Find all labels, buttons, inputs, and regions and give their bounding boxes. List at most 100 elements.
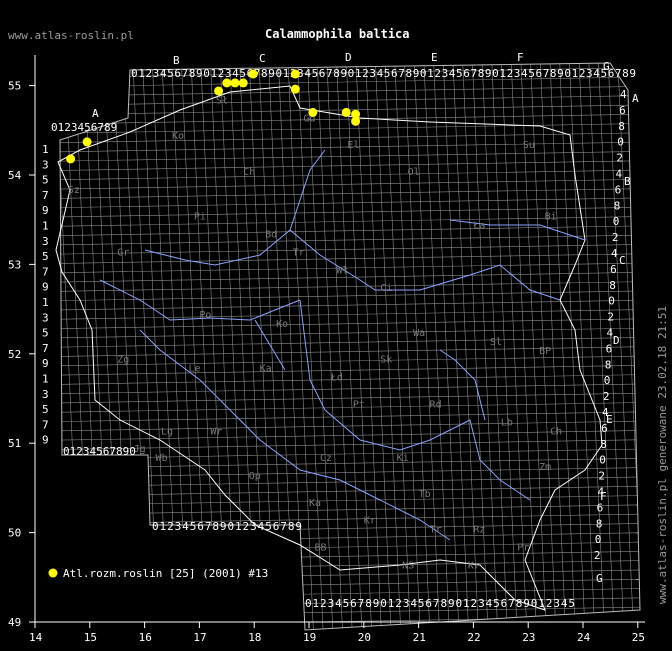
grid-line-h: [60, 197, 640, 209]
grid-line-v: [433, 63, 460, 630]
grid-digit-right: 4: [607, 327, 614, 340]
grid-line-v: [200, 63, 227, 630]
grid-digit-left: 3: [42, 311, 49, 324]
grid-line-v: [190, 63, 218, 630]
grid-line-h: [60, 299, 640, 311]
grid-line-h: [60, 95, 640, 106]
grid-digit-right: 2: [607, 311, 614, 324]
grid-digit-left: 3: [42, 388, 49, 401]
grid-line-h: [60, 392, 640, 404]
grid-labels: AB C D E FGABCDEFG01234567890123456789012345…: [42, 51, 639, 610]
occurrence-point: [238, 78, 248, 88]
grid-line-v: [112, 63, 140, 630]
grid-line-h: [60, 541, 640, 553]
x-tick-label: 14: [29, 631, 43, 644]
region-label: Rd: [430, 399, 442, 410]
region-label: Op: [249, 471, 261, 482]
x-tick-label: 15: [84, 631, 97, 644]
atlas-grid: [59, 62, 641, 631]
grid-digit-right: 2: [612, 231, 619, 244]
grid-line-v: [161, 63, 188, 630]
occurrence-point: [82, 137, 92, 147]
y-tick-label: 54: [8, 169, 22, 182]
grid-line-h: [60, 532, 640, 543]
region-label: Sz: [68, 185, 80, 196]
region-label: Su: [523, 140, 535, 151]
region-label: Ko: [172, 131, 184, 142]
grid-digit-right: 2: [594, 549, 601, 562]
grid-line-v: [103, 63, 130, 630]
grid-digit-right: 4: [602, 406, 609, 419]
grid-digits-bottom-c: 012345678901234567890123456789012345: [305, 597, 575, 610]
grid-line-v: [209, 63, 237, 630]
grid-line-v: [365, 63, 392, 630]
occurrence-point: [214, 86, 224, 96]
occurrence-point: [230, 78, 240, 88]
x-tick-label: 18: [248, 631, 261, 644]
x-tick-label: 17: [193, 631, 206, 644]
grid-digit-left: 9: [42, 357, 49, 370]
region-label: Sl: [490, 337, 502, 348]
grid-digit-right: 8: [609, 279, 616, 292]
grid-line-h: [60, 188, 640, 199]
grid-line-v: [180, 63, 208, 630]
occurrence-point: [308, 107, 318, 117]
region-label: Ka: [309, 498, 321, 509]
region-label: Wł: [336, 265, 348, 276]
grid-line-h: [60, 411, 640, 422]
y-tick-label: 52: [8, 348, 21, 361]
grid-digit-right: 8: [596, 517, 603, 530]
region-label: BP: [539, 346, 551, 357]
grid-letter-top: D: [345, 51, 352, 64]
grid-line-v: [277, 63, 305, 630]
generated-note: www.atlas-roslin.pl generowane 23.02.18 …: [656, 306, 669, 604]
region-label: Pi: [194, 212, 206, 223]
region-label: Zg: [117, 355, 129, 366]
x-tick-label: 23: [522, 631, 535, 644]
grid-digit-right: 0: [604, 374, 611, 387]
grid-line-h: [60, 402, 640, 413]
grid-line-h: [60, 616, 640, 627]
grid-digit-right: 0: [608, 295, 615, 308]
grid-line-h: [60, 337, 640, 348]
grid-line-h: [60, 178, 640, 190]
legend-marker: [48, 568, 58, 578]
region-label: El: [347, 140, 359, 151]
grid-digits-top-a: 0123456789: [51, 121, 117, 134]
grid-line-h: [60, 160, 640, 171]
region-label: Ko: [276, 319, 288, 330]
distribution-map: 14 15 16 17 18 19 20 21 22 23 24 2549505152535455 K…: [8, 27, 669, 644]
grid-line-v: [452, 63, 479, 630]
region-label: Wa: [413, 328, 425, 339]
occurrence-point: [290, 84, 300, 94]
region-label: Kr: [468, 560, 480, 571]
y-tick-label: 50: [8, 527, 21, 540]
grid-digit-right: 4: [616, 168, 623, 181]
grid-letter-right: C: [619, 254, 626, 267]
region-label: Le: [188, 364, 200, 375]
region-label: Tr: [430, 525, 442, 536]
grid-line-v: [394, 63, 421, 630]
grid-line-h: [60, 253, 640, 264]
region-label: Tr: [293, 247, 305, 258]
grid-letter-right: G: [596, 572, 603, 585]
grid-digit-right: 2: [616, 152, 623, 165]
grid-digits-bottom-a: 01234567890: [63, 445, 136, 458]
grid-digit-right: 0: [595, 533, 602, 546]
grid-letter-top: F: [517, 51, 524, 64]
region-label: Ka: [260, 364, 272, 375]
grid-line-h: [60, 374, 640, 385]
region-label: Tb: [419, 489, 431, 500]
grid-digit-right: 2: [603, 390, 610, 403]
grid-line-v: [93, 63, 121, 630]
grid-letter-right: D: [613, 334, 620, 347]
grid-digit-right: 2: [598, 470, 605, 483]
grid-digit-left: 1: [42, 373, 49, 386]
site-url[interactable]: www.atlas-roslin.pl: [8, 29, 134, 42]
grid-letter-right: A: [632, 92, 639, 105]
grid-line-h: [60, 244, 640, 255]
grid-digit-right: 0: [599, 454, 606, 467]
grid-digit-left: 9: [42, 434, 49, 447]
grid-digit-left: 5: [42, 250, 49, 263]
region-label: Pt: [353, 399, 365, 410]
